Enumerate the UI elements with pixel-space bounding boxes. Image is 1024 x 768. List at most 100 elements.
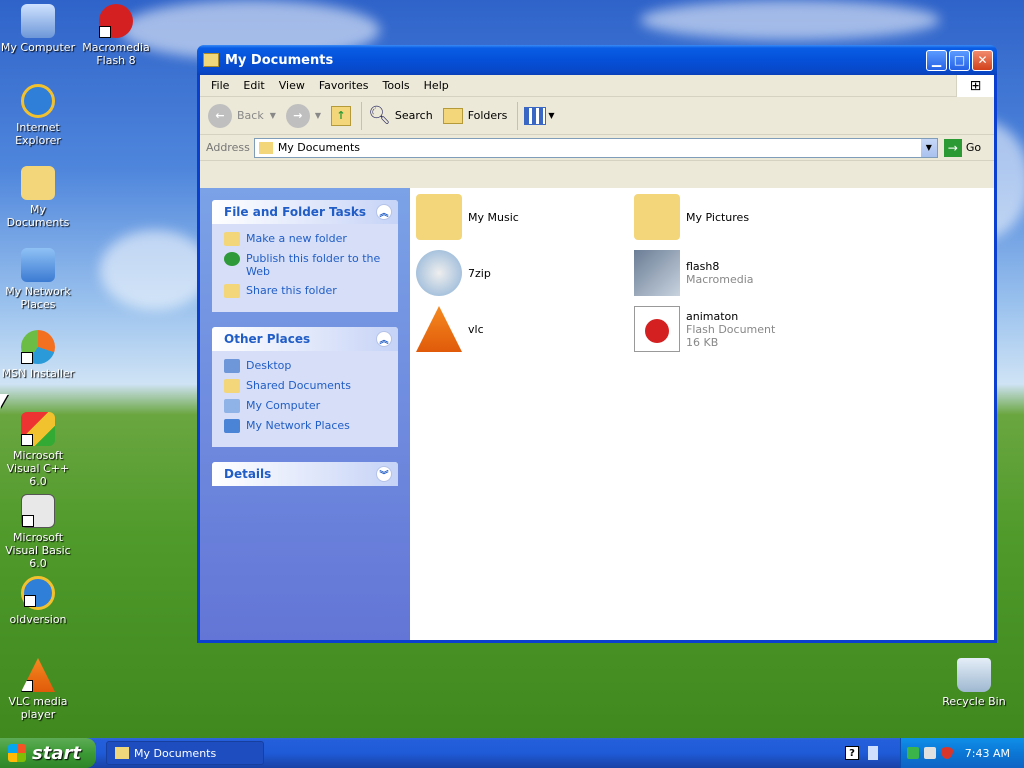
task-make-new-folder[interactable]: Make a new folder — [224, 232, 386, 246]
file-item-my-pictures[interactable]: My Pictures — [634, 194, 749, 240]
toolbar-separator — [517, 101, 519, 130]
desktop-icon-visual-cpp[interactable]: Microsoft Visual C++ 6.0 — [0, 412, 78, 488]
file-item-animaton[interactable]: animaton Flash Document 16 KB — [634, 306, 775, 352]
go-arrow-icon: → — [943, 138, 962, 157]
file-name: My Pictures — [686, 210, 750, 224]
panel-header[interactable]: File and Folder Tasks ︽ — [212, 200, 398, 224]
file-item-vlc[interactable]: vlc — [416, 306, 484, 352]
explorer-window[interactable]: My Documents ▁ □ ✕ File Edit View Favori… — [197, 45, 997, 643]
views-button[interactable]: ▼ — [524, 106, 555, 125]
desktop-icon-my-documents[interactable]: My Documents — [0, 166, 78, 229]
maximize-button[interactable]: □ — [949, 49, 970, 71]
desktop-icon-label: My Documents — [6, 203, 70, 229]
folders-button[interactable]: Folders — [442, 107, 508, 124]
flash-icon — [99, 4, 133, 38]
vlc-icon — [21, 658, 55, 692]
desktop-icon-label: Microsoft Visual C++ 6.0 — [6, 449, 70, 488]
file-name: animaton — [686, 309, 739, 323]
folders-icon — [442, 107, 463, 124]
search-button[interactable]: 🔍︎ Search — [368, 105, 433, 126]
desktop-icon-oldversion[interactable]: oldversion — [0, 576, 78, 626]
network-icon — [224, 419, 240, 433]
minimize-button[interactable]: ▁ — [926, 49, 947, 71]
folders-label: Folders — [467, 109, 508, 122]
task-share-folder[interactable]: Share this folder — [224, 284, 386, 298]
panel-header[interactable]: Details ︾ — [212, 462, 398, 486]
place-desktop[interactable]: Desktop — [224, 359, 386, 373]
place-label: My Computer — [246, 399, 321, 412]
desktop-icon-vlc[interactable]: VLC media player — [0, 658, 78, 721]
back-arrow-icon: ← — [208, 103, 232, 128]
close-button[interactable]: ✕ — [972, 49, 993, 71]
place-my-network-places[interactable]: My Network Places — [224, 419, 386, 433]
address-dropdown-button[interactable]: ▼ — [920, 138, 937, 157]
security-tray-icon[interactable] — [924, 747, 936, 759]
desktop-icon-recycle-bin[interactable]: Recycle Bin — [934, 658, 1014, 708]
internet-explorer-icon — [21, 576, 55, 610]
file-item-my-music[interactable]: My Music — [416, 194, 519, 240]
toolbar-separator — [361, 101, 363, 130]
back-label: Back — [237, 109, 264, 122]
file-item-7zip[interactable]: 7zip — [416, 250, 491, 296]
up-button[interactable]: ↑ — [331, 105, 352, 126]
system-tray: 7:43 AM — [900, 738, 1024, 768]
task-publish-folder[interactable]: Publish this folder to the Web — [224, 252, 386, 278]
msn-icon — [21, 330, 55, 364]
place-my-computer[interactable]: My Computer — [224, 399, 386, 413]
file-type: Flash Document — [686, 322, 776, 336]
expand-icon[interactable]: ︾ — [376, 466, 392, 482]
share-folder-icon — [224, 284, 240, 298]
desktop-icon-macromedia-flash[interactable]: Macromedia Flash 8 — [76, 4, 156, 67]
place-label: Desktop — [246, 359, 292, 372]
taskbar: start My Documents ? 7:43 AM — [0, 738, 1024, 768]
folder-icon — [258, 141, 273, 154]
menu-help[interactable]: Help — [417, 77, 456, 94]
desktop-icon-visual-basic[interactable]: Microsoft Visual Basic 6.0 — [0, 494, 78, 570]
desktop-icon-internet-explorer[interactable]: Internet Explorer — [0, 84, 78, 147]
taskbar-button-my-documents[interactable]: My Documents — [106, 741, 264, 765]
menu-edit[interactable]: Edit — [236, 77, 271, 94]
maximize-icon: □ — [953, 53, 966, 67]
chevron-down-icon: ▼ — [314, 111, 322, 120]
network-tray-icon[interactable] — [907, 747, 919, 759]
task-label: My Documents — [134, 746, 217, 760]
task-label: Share this folder — [246, 284, 337, 297]
views-icon — [524, 106, 547, 125]
globe-icon — [224, 252, 240, 266]
internet-explorer-icon — [21, 84, 55, 118]
file-item-flash8[interactable]: flash8 Macromedia — [634, 250, 754, 296]
search-label: Search — [394, 109, 433, 122]
menu-file[interactable]: File — [204, 77, 236, 94]
network-status-icon[interactable] — [868, 746, 878, 760]
collapse-icon[interactable]: ︽ — [376, 331, 392, 347]
details-panel: Details ︾ — [212, 462, 398, 486]
chevron-down-icon: ▼ — [548, 111, 555, 120]
forward-button[interactable]: → ▼ — [285, 103, 322, 128]
menu-favorites[interactable]: Favorites — [312, 77, 376, 94]
start-button[interactable]: start — [0, 738, 96, 768]
menu-view[interactable]: View — [272, 77, 312, 94]
new-folder-icon — [224, 232, 240, 246]
visual-basic-icon — [21, 494, 55, 528]
collapse-icon[interactable]: ︽ — [376, 204, 392, 220]
back-button[interactable]: ← Back ▼ — [208, 103, 276, 128]
help-icon[interactable]: ? — [845, 746, 859, 760]
toolbar: ← Back ▼ → ▼ ↑ 🔍︎ Search Folders ▼ — [200, 97, 994, 135]
desktop-icon-my-network-places[interactable]: My Network Places — [0, 248, 78, 311]
vlc-icon — [416, 306, 462, 352]
desktop-icon — [224, 359, 240, 373]
desktop-icon-label: oldversion — [9, 613, 67, 626]
address-input[interactable]: My Documents ▼ — [253, 137, 938, 158]
panel-header[interactable]: Other Places ︽ — [212, 327, 398, 351]
network-icon — [21, 248, 55, 282]
go-button[interactable]: → Go — [943, 138, 981, 157]
folder-icon — [224, 379, 240, 393]
title-bar[interactable]: My Documents ▁ □ ✕ — [197, 45, 997, 75]
start-label: start — [32, 742, 81, 764]
place-shared-documents[interactable]: Shared Documents — [224, 379, 386, 393]
desktop-icon-msn-installer[interactable]: MSN Installer — [0, 330, 78, 380]
menu-tools[interactable]: Tools — [376, 77, 417, 94]
desktop-icon-my-computer[interactable]: My Computer — [0, 4, 78, 54]
minimize-icon: ▁ — [931, 53, 942, 67]
shield-icon[interactable] — [941, 747, 953, 759]
